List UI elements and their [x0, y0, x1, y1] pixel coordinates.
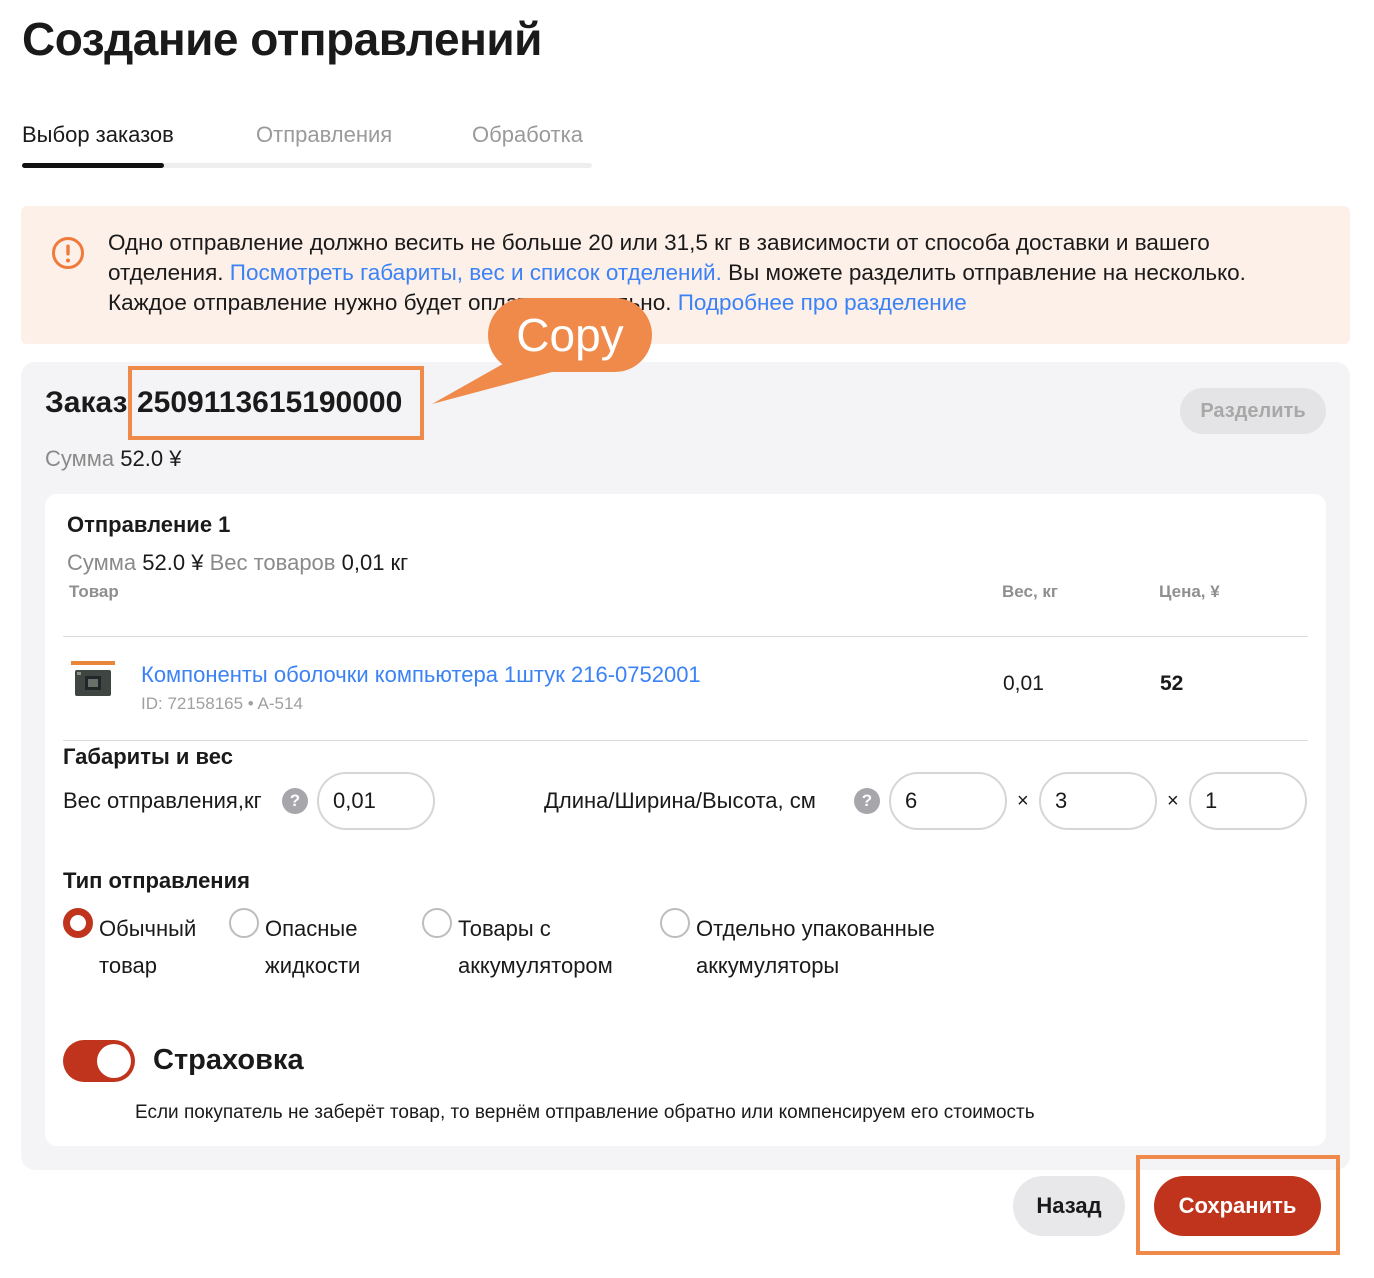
radio-label: Обычный товар: [99, 916, 197, 978]
shipment-weight-value: 0,01 кг: [341, 550, 409, 575]
product-weight: 0,01: [1003, 672, 1044, 695]
product-thumbnail: [69, 660, 117, 700]
order-sum-label: Сумма: [45, 446, 115, 471]
column-header-product: Товар: [69, 582, 119, 601]
radio-button[interactable]: [229, 908, 259, 938]
shipment-type-title: Тип отправления: [63, 868, 250, 893]
shipment-meta: Сумма 52.0 ¥ Вес товаров 0,01 кг: [67, 550, 408, 576]
radio-label: Товары с аккумулятором: [458, 916, 613, 978]
tab-shipments[interactable]: Отправления: [256, 122, 392, 148]
shipment-sum-label: Сумма: [67, 550, 137, 575]
dimensions-field-label: Длина/Ширина/Высота, см: [544, 788, 816, 813]
shipment-card: Отправление 1 Сумма 52.0 ¥ Вес товаров 0…: [45, 494, 1326, 1146]
copy-callout-text: Copy: [516, 309, 624, 361]
shipment-sum-value: 52.0 ¥: [142, 550, 204, 575]
radio-label: Отдельно упакованные аккумуляторы: [696, 916, 935, 978]
order-label: Заказ: [45, 386, 128, 419]
dimensions-title: Габариты и вес: [63, 744, 233, 769]
times-separator: ×: [1167, 790, 1179, 812]
length-input[interactable]: [889, 772, 1007, 830]
section-divider: [63, 740, 1308, 741]
dimensions-help-icon[interactable]: ?: [854, 788, 880, 814]
shipment-weight-input[interactable]: [317, 772, 435, 830]
radio-label: Опасные жидкости: [265, 916, 361, 978]
insurance-toggle[interactable]: [63, 1040, 135, 1082]
radio-button[interactable]: [422, 908, 452, 938]
order-card: Заказ 2509113615190000 Сумма 52.0 ¥ Разд…: [21, 362, 1350, 1170]
product-link[interactable]: Компоненты оболочки компьютера 1штук 216…: [141, 662, 701, 688]
toggle-knob: [97, 1044, 131, 1078]
order-sum: Сумма 52.0 ¥: [45, 446, 181, 472]
shipment-weight-label: Вес товаров: [209, 550, 336, 575]
width-input[interactable]: [1039, 772, 1157, 830]
product-price: 52: [1160, 672, 1184, 695]
insurance-title: Страховка: [153, 1044, 304, 1076]
page-title: Создание отправлений: [22, 13, 542, 65]
order-sum-value: 52.0 ¥: [120, 446, 182, 471]
tabs: Выбор заказов Отправления Обработка: [22, 118, 592, 168]
column-header-price: Цена, ¥: [1159, 582, 1220, 601]
save-button[interactable]: Сохранить: [1154, 1176, 1321, 1236]
split-button[interactable]: Разделить: [1180, 388, 1326, 434]
order-number[interactable]: 2509113615190000: [137, 386, 402, 420]
column-header-weight: Вес, кг: [1002, 582, 1058, 601]
exclamation-circle-icon: [52, 237, 84, 269]
table-divider: [63, 636, 1308, 637]
shipment-title: Отправление 1: [67, 512, 231, 537]
tabs-active-indicator: [22, 163, 164, 168]
radio-button-checked[interactable]: [63, 908, 93, 938]
tab-processing[interactable]: Обработка: [472, 122, 583, 148]
alert-text: Одно отправление должно весить не больше…: [108, 228, 1328, 318]
height-input[interactable]: [1189, 772, 1307, 830]
weight-limit-alert: Одно отправление должно весить не больше…: [21, 206, 1350, 344]
back-button[interactable]: Назад: [1013, 1176, 1125, 1236]
times-separator: ×: [1017, 790, 1029, 812]
product-meta: ID: 72158165 • A-514: [141, 694, 303, 713]
insurance-description: Если покупатель не заберёт товар, то вер…: [135, 1102, 1035, 1123]
dimensions-link[interactable]: Посмотреть габариты, вес и список отделе…: [230, 260, 722, 285]
tab-order-selection[interactable]: Выбор заказов: [22, 122, 174, 148]
split-info-link[interactable]: Подробнее про разделение: [678, 290, 967, 315]
shipment-weight-field-label: Вес отправления,кг: [63, 788, 262, 813]
radio-button[interactable]: [660, 908, 690, 938]
weight-help-icon[interactable]: ?: [282, 788, 308, 814]
